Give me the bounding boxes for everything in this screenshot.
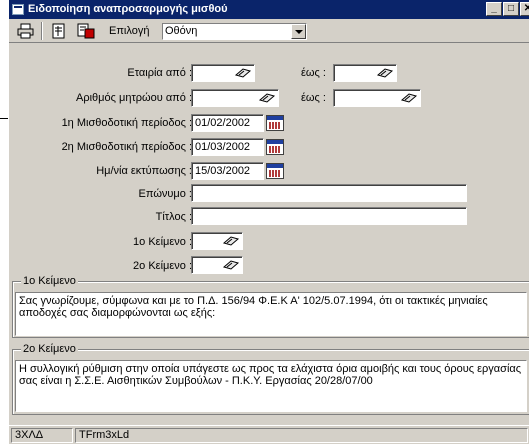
company-from-field[interactable] <box>191 64 255 82</box>
text2-code-field[interactable] <box>191 256 243 274</box>
status-panel-code: 3ΧΛΔ <box>11 428 73 443</box>
window-title: Ειδοποίηση αναπροσαρμογής μισθού <box>28 3 228 15</box>
chevron-down-icon[interactable] <box>291 24 306 39</box>
company-to-label: έως : <box>301 67 326 79</box>
calendar-icon[interactable] <box>266 139 284 155</box>
text2-memo[interactable]: Η συλλογική ρύθμιση στην οποία υπάγεστε … <box>15 360 527 412</box>
lookup-icon[interactable] <box>400 91 418 105</box>
background-line <box>0 118 8 119</box>
period1-label: 1η Μισθοδοτική περίοδος : <box>61 117 192 129</box>
title-label: Τίτλος : <box>155 211 192 223</box>
lookup-icon[interactable] <box>258 91 276 105</box>
company-from-label: Εταιρία από : <box>127 67 192 79</box>
calendar-icon[interactable] <box>266 163 284 179</box>
registry-to-field[interactable] <box>333 89 421 107</box>
background-strip <box>0 0 8 444</box>
text1-label: 1ο Κείμενο : <box>133 236 192 248</box>
close-button[interactable]: ✕ <box>520 2 529 16</box>
lookup-icon[interactable] <box>234 66 252 80</box>
company-to-field[interactable] <box>333 64 397 82</box>
lookup-icon[interactable] <box>222 234 240 248</box>
calendar-icon[interactable] <box>266 115 284 131</box>
period2-label: 2η Μισθοδοτική περίοδος : <box>61 141 192 153</box>
period1-value: 01/02/2002 <box>195 117 251 129</box>
toolbar-separator <box>41 22 43 40</box>
registry-to-label: έως : <box>301 92 326 104</box>
selection-label: Επιλογή <box>109 25 150 37</box>
output-select-value: Οθόνη <box>165 25 198 37</box>
preview-icon[interactable] <box>49 22 69 40</box>
output-select[interactable]: Οθόνη <box>162 23 307 40</box>
print-date-field[interactable]: 15/03/2002 <box>191 162 264 180</box>
report-window: Ειδοποίηση αναπροσαρμογής μισθού _ □ ✕ <box>8 0 529 444</box>
title-field[interactable] <box>191 207 467 225</box>
period1-field[interactable]: 01/02/2002 <box>191 114 264 132</box>
lookup-icon[interactable] <box>376 66 394 80</box>
registry-from-label: Αριθμός μητρώου από : <box>76 92 192 104</box>
print-icon[interactable] <box>16 22 36 40</box>
text2-group-title: 2ο Κείμενο <box>21 343 78 355</box>
status-panel-form: TFrm3xLd <box>75 428 528 443</box>
print-date-value: 15/03/2002 <box>195 165 251 177</box>
registry-from-field[interactable] <box>191 89 279 107</box>
toolbar: Επιλογή Οθόνη <box>9 19 529 43</box>
status-bar: 3ΧΛΔ TFrm3xLd <box>9 425 529 444</box>
maximize-button[interactable]: □ <box>503 2 519 16</box>
text1-code-field[interactable] <box>191 232 243 250</box>
minimize-button[interactable]: _ <box>486 2 502 16</box>
text1-memo[interactable]: Σας γνωρίζουμε, σύμφωνα και με το Π.Δ. 1… <box>15 292 527 336</box>
window-icon <box>12 4 24 15</box>
text2-label: 2ο Κείμενο : <box>133 260 192 272</box>
title-bar[interactable]: Ειδοποίηση αναπροσαρμογής μισθού _ □ ✕ <box>9 0 529 19</box>
surname-label: Επώνυμο : <box>138 188 192 200</box>
period2-value: 01/03/2002 <box>195 141 251 153</box>
surname-field[interactable] <box>191 184 467 202</box>
export-icon[interactable] <box>76 22 96 40</box>
lookup-icon[interactable] <box>222 258 240 272</box>
period2-field[interactable]: 01/03/2002 <box>191 138 264 156</box>
text1-group-title: 1ο Κείμενο <box>21 275 78 287</box>
print-date-label: Ημ/νία εκτύπωσης : <box>96 165 192 177</box>
